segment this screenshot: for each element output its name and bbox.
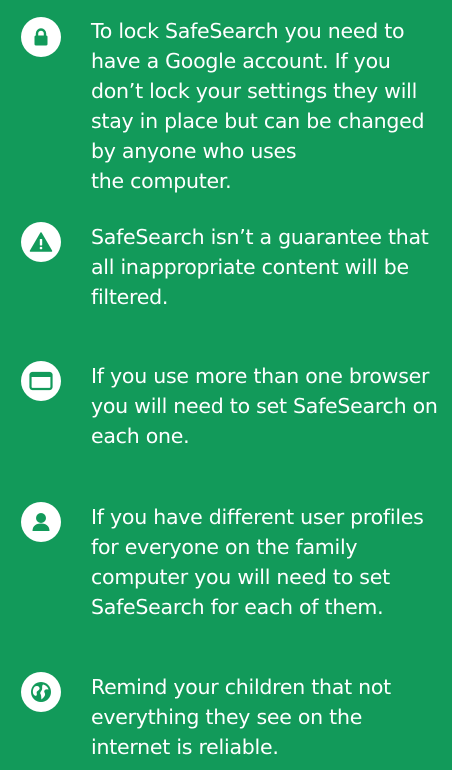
lock-icon <box>21 17 61 57</box>
browser-window-icon <box>21 361 61 401</box>
globe-icon <box>21 672 61 712</box>
user-profile-icon <box>21 502 61 542</box>
tip-text: Remind your children that not everything… <box>91 675 391 759</box>
tip-text: If you have different user profiles for … <box>91 505 424 619</box>
tip-text: SafeSearch isn’t a guarantee that all in… <box>91 225 429 309</box>
safesearch-tips-list: To lock SafeSearch you need to have a Go… <box>0 0 452 770</box>
tip-text: To lock SafeSearch you need to have a Go… <box>91 19 425 193</box>
tip-text: If you use more than one browser you wil… <box>91 364 438 448</box>
warning-icon <box>21 222 61 262</box>
